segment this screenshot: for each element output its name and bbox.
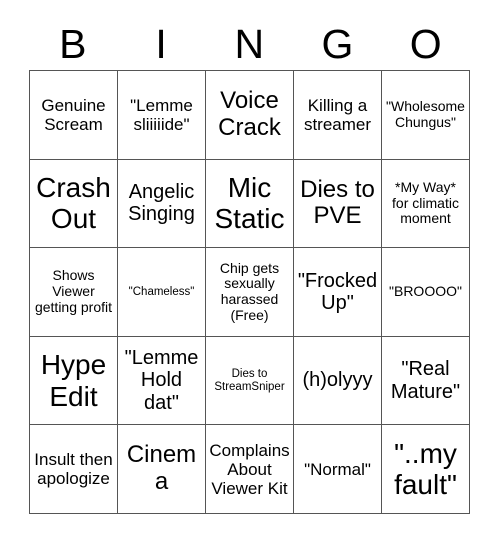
bingo-cell-r4c3[interactable]: Dies to StreamSniper	[206, 336, 294, 426]
bingo-cell-label: Shows Viewer getting profit	[34, 267, 113, 315]
bingo-cell-label: Dies to StreamSniper	[214, 367, 285, 393]
bingo-cell-label: "Real Mature"	[390, 358, 461, 403]
bingo-card: B I N G O Genuine Scream "Lemme sliiiiid…	[0, 0, 500, 544]
bingo-cell-r3c3[interactable]: Chip gets sexually harassed (Free)	[206, 248, 294, 337]
bingo-cell-label: "Lemme sliiiiide"	[130, 95, 193, 134]
bingo-cell-label: Genuine Scream	[41, 95, 106, 134]
bingo-cell-label: Insult then apologize	[34, 450, 113, 489]
bingo-cell-label: Complains About Viewer Kit	[209, 440, 290, 498]
bingo-cell-label: Dies to PVE	[300, 175, 375, 230]
bingo-cell-r5c3[interactable]: Complains About Viewer Kit	[206, 425, 294, 514]
bingo-cell-label: "Normal"	[304, 459, 371, 479]
header-letter-n: N	[234, 20, 265, 67]
bingo-cell-r5c1[interactable]: Insult then apologize	[30, 425, 118, 514]
bingo-cell-r4c2[interactable]: "Lemme Hold dat"	[118, 336, 206, 426]
bingo-cell-label: Angelic Singing	[128, 181, 195, 226]
bingo-cell-r3c4[interactable]: "Frocked Up"	[294, 248, 382, 337]
bingo-cell-r3c2[interactable]: "Chameless"	[118, 248, 206, 337]
header-letter-b: B	[59, 20, 88, 67]
bingo-cell-label: Mic Static	[214, 172, 285, 235]
bingo-cell-r2c2[interactable]: Angelic Singing	[118, 159, 206, 249]
bingo-cell-r1c3[interactable]: Voice Crack	[206, 71, 294, 160]
bingo-cell-r2c5[interactable]: *My Way* for climatic moment	[382, 159, 470, 249]
bingo-cell-r1c1[interactable]: Genuine Scream	[30, 71, 118, 160]
bingo-cell-label: "Lemme Hold dat"	[124, 347, 199, 414]
bingo-cell-r1c5[interactable]: "Wholesome Chungus"	[382, 71, 470, 160]
bingo-cell-r3c1[interactable]: Shows Viewer getting profit	[30, 248, 118, 337]
bingo-cell-label: Crash Out	[36, 172, 111, 235]
bingo-cell-r4c5[interactable]: "Real Mature"	[382, 336, 470, 426]
bingo-cell-r5c5[interactable]: "..my fault"	[382, 425, 470, 514]
bingo-cell-r1c4[interactable]: Killing a streamer	[294, 71, 382, 160]
bingo-cell-r2c1[interactable]: Crash Out	[30, 159, 118, 249]
bingo-cell-label: *My Way* for climatic moment	[392, 178, 459, 227]
bingo-cell-label: Killing a streamer	[303, 95, 372, 134]
bingo-cell-r4c1[interactable]: Hype Edit	[30, 336, 118, 426]
bingo-cell-label: "BROOOO"	[389, 283, 462, 300]
bingo-cell-label: Chip gets sexually harassed (Free)	[219, 259, 280, 323]
bingo-cell-label: "Wholesome Chungus"	[386, 98, 465, 130]
bingo-cell-label: "Frocked Up"	[297, 269, 378, 314]
bingo-cell-r3c5[interactable]: "BROOOO"	[382, 248, 470, 337]
bingo-cell-r5c4[interactable]: "Normal"	[294, 425, 382, 514]
bingo-cell-label: Hype Edit	[40, 349, 107, 412]
header-letter-i: I	[155, 20, 168, 67]
bingo-cell-label: (h)olyyy	[302, 369, 373, 392]
bingo-cell-label: Cinema	[126, 441, 197, 496]
bingo-cell-r1c2[interactable]: "Lemme sliiiiide"	[118, 71, 206, 160]
bingo-cell-label: "..my fault"	[394, 437, 457, 501]
bingo-cell-r4c4[interactable]: (h)olyyy	[294, 336, 382, 426]
header-letter-o: O	[409, 20, 443, 67]
bingo-grid: Genuine Scream "Lemme sliiiiide" Voice C…	[29, 70, 470, 514]
bingo-cell-label: Voice Crack	[218, 86, 281, 141]
bingo-cell-r5c2[interactable]: Cinema	[118, 425, 206, 514]
bingo-cell-r2c3[interactable]: Mic Static	[206, 159, 294, 249]
bingo-cell-label: "Chameless"	[128, 285, 195, 298]
bingo-cell-r2c4[interactable]: Dies to PVE	[294, 159, 382, 249]
header-letter-g: G	[321, 20, 354, 67]
bingo-header: B I N G O	[29, 18, 470, 70]
